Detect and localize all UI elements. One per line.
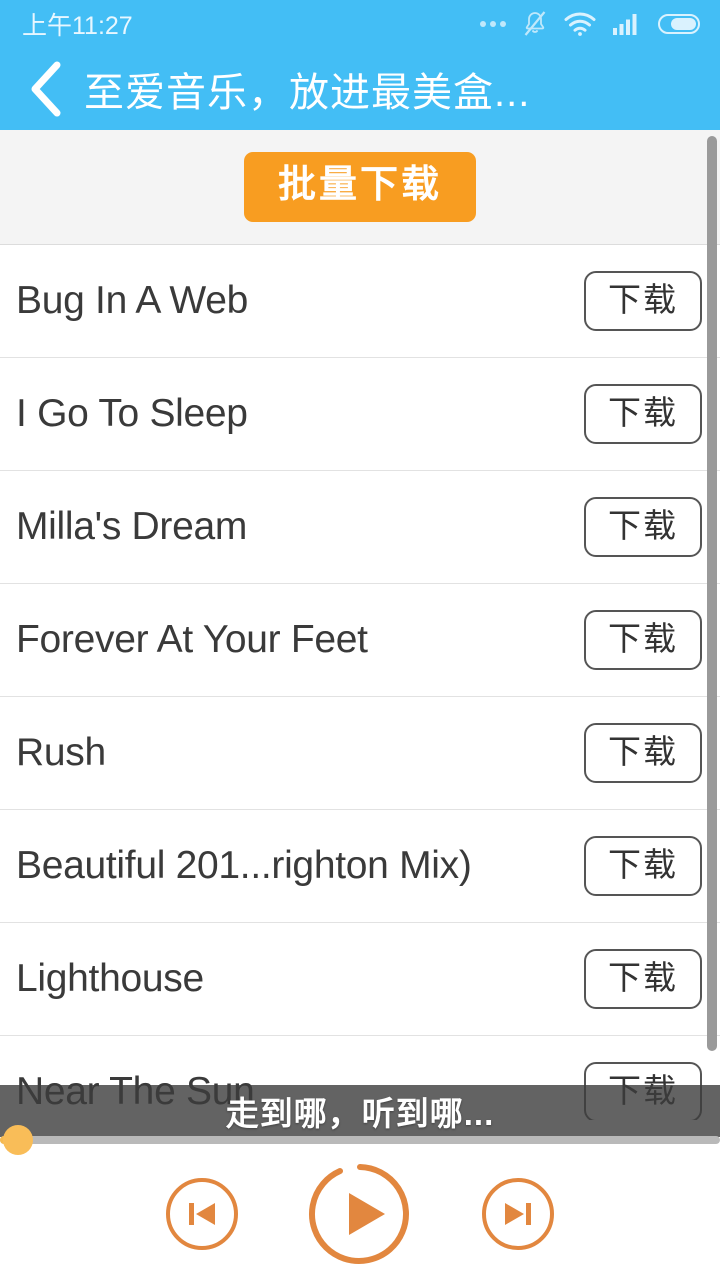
- play-button[interactable]: [306, 1160, 414, 1268]
- player-controls: [0, 1148, 720, 1280]
- next-button[interactable]: [480, 1176, 556, 1252]
- batch-download-band: 批量下载: [0, 130, 720, 245]
- table-row[interactable]: Rush 下载: [0, 697, 720, 810]
- table-row[interactable]: Bug In A Web 下载: [0, 245, 720, 358]
- song-title: Forever At Your Feet: [16, 618, 368, 661]
- table-row[interactable]: Milla's Dream 下载: [0, 471, 720, 584]
- scrollbar-thumb[interactable]: [707, 136, 717, 1051]
- download-button[interactable]: 下载: [584, 836, 702, 896]
- table-row[interactable]: Forever At Your Feet 下载: [0, 584, 720, 697]
- skip-previous-icon: [164, 1176, 240, 1252]
- bell-muted-icon: [522, 10, 548, 38]
- download-button[interactable]: 下载: [584, 271, 702, 331]
- signal-icon: [612, 12, 642, 36]
- status-time: 上午11:27: [22, 12, 133, 40]
- more-dots-icon: [480, 21, 506, 27]
- now-playing-text: 走到哪，听到哪...: [225, 1095, 495, 1132]
- progress-thumb[interactable]: [3, 1125, 33, 1155]
- list-scrollbar[interactable]: [707, 136, 717, 1081]
- app-header: 至爱音乐，放进最美盒...: [0, 48, 720, 130]
- status-bar: 上午11:27: [0, 0, 720, 48]
- song-title: Milla's Dream: [16, 505, 248, 548]
- page-title: 至爱音乐，放进最美盒...: [84, 71, 531, 115]
- song-title: Lighthouse: [16, 957, 204, 1000]
- playback-progress-slider[interactable]: [0, 1125, 720, 1155]
- table-row[interactable]: Beautiful 201...righton Mix) 下载: [0, 810, 720, 923]
- download-button[interactable]: 下载: [584, 610, 702, 670]
- song-title: Bug In A Web: [16, 279, 249, 322]
- previous-button[interactable]: [164, 1176, 240, 1252]
- play-icon: [306, 1160, 414, 1268]
- chevron-left-icon: [27, 59, 67, 119]
- wifi-icon: [564, 12, 596, 36]
- song-title: Rush: [16, 731, 106, 774]
- song-list[interactable]: Bug In A Web 下载 I Go To Sleep 下载 Milla's Dre…: [0, 245, 720, 1120]
- download-button[interactable]: 下载: [584, 723, 702, 783]
- status-icon-group: [480, 10, 702, 38]
- song-title: I Go To Sleep: [16, 392, 248, 435]
- back-button[interactable]: [18, 53, 76, 125]
- battery-icon: [658, 12, 702, 36]
- table-row[interactable]: Lighthouse 下载: [0, 923, 720, 1036]
- table-row[interactable]: I Go To Sleep 下载: [0, 358, 720, 471]
- download-button[interactable]: 下载: [584, 384, 702, 444]
- progress-track: [0, 1136, 720, 1144]
- skip-next-icon: [480, 1176, 556, 1252]
- app-root: 上午11:27 至爱音乐，放进最美盒... 批量下载 Bug In A Web …: [0, 0, 720, 1280]
- song-title: Beautiful 201...righton Mix): [16, 844, 472, 887]
- download-button[interactable]: 下载: [584, 497, 702, 557]
- batch-download-button[interactable]: 批量下载: [243, 152, 476, 222]
- download-button[interactable]: 下载: [584, 949, 702, 1009]
